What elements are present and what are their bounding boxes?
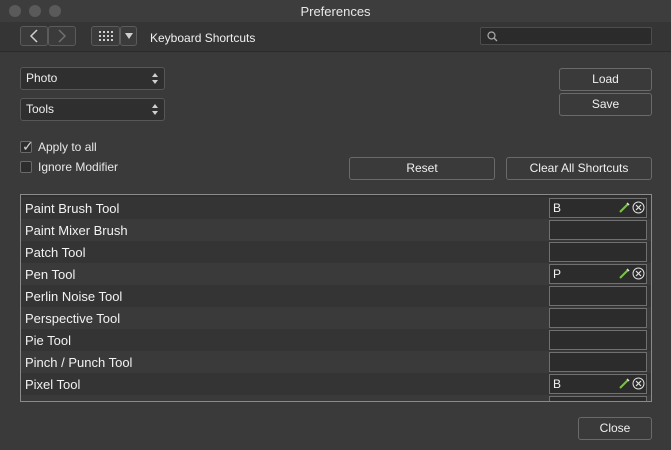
shortcut-row[interactable]: Patch Tool: [21, 241, 651, 263]
application-select[interactable]: Photo: [20, 67, 165, 90]
tool-name: Perspective Tool: [25, 311, 121, 326]
shortcut-row[interactable]: Perlin Noise Tool: [21, 285, 651, 307]
application-select-value: Photo: [26, 71, 58, 85]
apply-to-all-checkbox[interactable]: ✓: [20, 138, 34, 154]
shortcut-row[interactable]: Pinch / Punch Tool: [21, 351, 651, 373]
title-bar: Preferences: [0, 0, 671, 22]
tool-name: Patch Tool: [25, 245, 86, 260]
apply-to-all-option[interactable]: ✓ Apply to all: [20, 138, 97, 156]
apply-to-all-label: Apply to all: [38, 140, 97, 154]
shortcut-field[interactable]: [549, 220, 647, 240]
save-button[interactable]: Save: [559, 93, 652, 116]
search-input[interactable]: [480, 27, 652, 45]
clear-shortcut-icon[interactable]: [632, 201, 645, 214]
checkmark-icon: ✓: [22, 138, 34, 154]
tool-name: Paint Mixer Brush: [25, 223, 128, 238]
tool-name: Pen Tool: [25, 267, 76, 282]
section-title: Keyboard Shortcuts: [150, 31, 256, 45]
shortcut-field[interactable]: [549, 330, 647, 350]
window-title: Preferences: [300, 4, 371, 19]
category-select-value: Tools: [26, 102, 55, 116]
load-button[interactable]: Load: [559, 68, 652, 91]
shortcut-row[interactable]: Pen Tool P: [21, 263, 651, 285]
shortcut-field[interactable]: [549, 286, 647, 306]
shortcut-field[interactable]: [549, 352, 647, 372]
clear-all-shortcuts-button[interactable]: Clear All Shortcuts: [506, 157, 652, 180]
pen-icon[interactable]: [618, 202, 630, 214]
back-button[interactable]: [20, 26, 48, 46]
chevron-left-icon: [29, 29, 38, 43]
search-icon: [487, 31, 498, 42]
pen-icon[interactable]: [618, 268, 630, 280]
tool-name: Pie Tool: [25, 333, 72, 348]
ignore-modifier-checkbox[interactable]: [20, 161, 32, 173]
shortcut-list[interactable]: Paint Brush Tool B Paint Mixer Brush Pat…: [20, 194, 652, 402]
shortcut-field[interactable]: B: [549, 374, 647, 394]
chevron-down-icon: [124, 33, 133, 39]
updown-arrows-icon: [152, 73, 158, 84]
shortcut-field[interactable]: [549, 396, 647, 401]
updown-arrows-icon: [152, 104, 158, 115]
shortcut-field[interactable]: B: [549, 198, 647, 218]
show-all-button[interactable]: [91, 26, 120, 46]
shortcut-row[interactable]: Pie Tool: [21, 329, 651, 351]
shortcut-row-partial[interactable]: [21, 395, 651, 401]
shortcut-key: P: [553, 267, 562, 281]
shortcut-row[interactable]: Pixel Tool B: [21, 373, 651, 395]
grid-icon: [98, 31, 113, 41]
forward-button[interactable]: [48, 26, 76, 46]
clear-shortcut-icon[interactable]: [632, 267, 645, 280]
shortcut-row[interactable]: Paint Mixer Brush: [21, 219, 651, 241]
tool-name: Perlin Noise Tool: [25, 289, 123, 304]
shortcut-row[interactable]: Paint Brush Tool B: [21, 197, 651, 219]
shortcut-field[interactable]: P: [549, 264, 647, 284]
close-button[interactable]: Close: [578, 417, 652, 440]
shortcut-row[interactable]: Perspective Tool: [21, 307, 651, 329]
tool-name: Pixel Tool: [25, 377, 81, 392]
shortcut-field[interactable]: [549, 242, 647, 262]
shortcut-key: B: [553, 377, 562, 391]
ignore-modifier-option[interactable]: Ignore Modifier: [20, 158, 118, 176]
shortcut-key: B: [553, 201, 562, 215]
ignore-modifier-label: Ignore Modifier: [38, 160, 119, 174]
category-select[interactable]: Tools: [20, 98, 165, 121]
pen-icon[interactable]: [618, 378, 630, 390]
reset-button[interactable]: Reset: [349, 157, 495, 180]
clear-shortcut-icon[interactable]: [632, 377, 645, 390]
show-all-dropdown-button[interactable]: [120, 26, 137, 46]
toolbar: Keyboard Shortcuts: [0, 22, 671, 52]
shortcut-field[interactable]: [549, 308, 647, 328]
tool-name: Pinch / Punch Tool: [25, 355, 133, 370]
chevron-right-icon: [58, 29, 67, 43]
tool-name: Paint Brush Tool: [25, 201, 120, 216]
